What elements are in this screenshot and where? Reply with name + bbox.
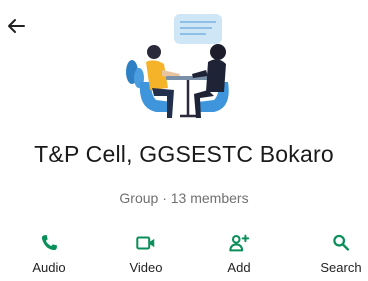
back-button[interactable] [4,14,28,38]
phone-icon [41,235,57,251]
group-name: T&P Cell, GGSESTC Bokaro [34,141,334,167]
search-label: Search [320,260,362,275]
audio-call-button[interactable]: Audio [14,232,84,278]
audio-label: Audio [32,260,66,275]
add-person-icon [229,234,250,252]
search-icon [333,234,350,251]
action-bar: Audio Video Add Search [0,232,368,278]
group-member-count: Group · 13 members [119,190,249,206]
group-avatar[interactable] [122,4,246,128]
add-participant-button[interactable]: Add [204,232,274,278]
video-label: Video [129,260,163,275]
arrow-left-icon [8,19,25,33]
video-call-button[interactable]: Video [111,232,181,278]
video-camera-icon [136,236,155,250]
group-avatar-illustration [122,4,246,128]
add-label: Add [227,260,251,275]
search-button[interactable]: Search [306,232,368,278]
